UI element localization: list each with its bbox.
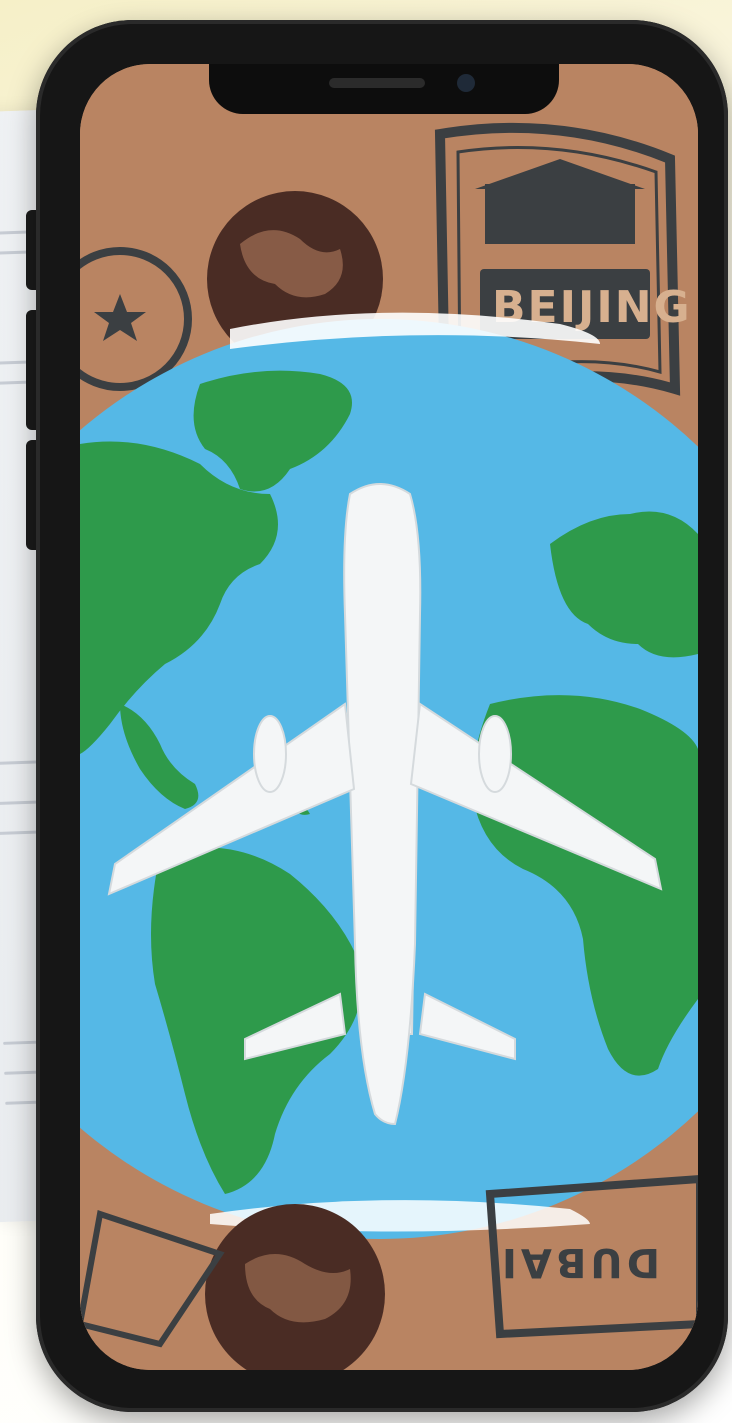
dubai-stamp-text: DUBAI — [498, 1239, 660, 1285]
front-camera-icon — [457, 74, 475, 92]
speaker-grille — [329, 78, 425, 88]
phone-frame: BEIJING DUBAI — [36, 20, 728, 1412]
travel-illustration: BEIJING DUBAI — [80, 64, 698, 1370]
phone-screen: BEIJING DUBAI — [80, 64, 698, 1370]
phone-notch — [209, 64, 559, 114]
